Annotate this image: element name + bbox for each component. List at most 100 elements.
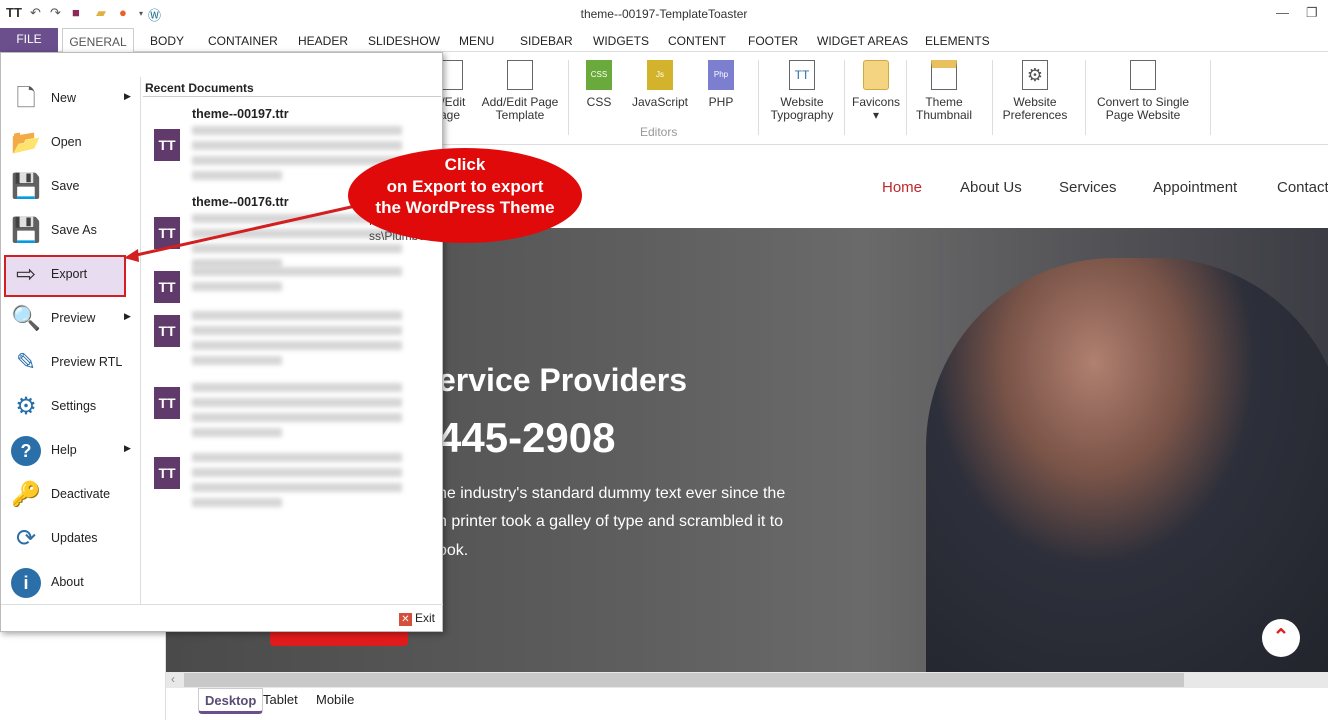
tab-widget-areas[interactable]: WIDGET AREAS bbox=[817, 34, 908, 48]
hero-phone: 445-2908 bbox=[438, 414, 616, 461]
menu-item-label: Save bbox=[51, 179, 80, 193]
button-label: CSS bbox=[586, 95, 612, 109]
recent-document[interactable]: TT bbox=[151, 453, 441, 533]
export-icon: ⇨ bbox=[15, 261, 37, 288]
tab-file[interactable]: FILE bbox=[0, 28, 58, 52]
menu-item-preview-rtl[interactable]: ✎ Preview RTL bbox=[1, 341, 141, 385]
menu-item-settings[interactable]: ⚙ Settings bbox=[1, 385, 141, 429]
menu-item-label: Help bbox=[51, 443, 77, 457]
button-label: Theme Thumbnail bbox=[915, 95, 973, 122]
scroll-to-top-button[interactable]: ⌃ bbox=[1262, 619, 1300, 657]
js-icon: Js bbox=[647, 60, 673, 90]
refresh-icon: ⟳ bbox=[15, 525, 37, 552]
redacted-path bbox=[192, 282, 282, 291]
nav-contact[interactable]: Contact bbox=[1277, 179, 1328, 196]
exit-button[interactable]: ✕ Exit bbox=[398, 611, 435, 626]
scrollbar-thumb[interactable] bbox=[184, 673, 1184, 687]
file-menu-footer: ✕ Exit bbox=[1, 604, 443, 632]
divider bbox=[992, 60, 993, 135]
button-label: PHP bbox=[708, 95, 734, 109]
menu-item-deactivate[interactable]: 🔑 Deactivate bbox=[1, 473, 141, 517]
favicons-button[interactable]: Favicons ▾ bbox=[850, 60, 902, 122]
javascript-button[interactable]: Js JavaScript bbox=[630, 60, 690, 109]
button-label: Convert to Single Page Website bbox=[1096, 95, 1190, 122]
maximize-button[interactable]: ❐ bbox=[1306, 5, 1318, 21]
redacted-path bbox=[192, 453, 402, 462]
menu-item-save-as[interactable]: 💾 Save As bbox=[1, 209, 141, 253]
tab-mobile[interactable]: Mobile bbox=[310, 688, 360, 714]
menu-item-label: Save As bbox=[51, 223, 97, 237]
divider bbox=[758, 60, 759, 135]
menu-item-label: Settings bbox=[51, 399, 97, 413]
menu-item-about[interactable]: i About bbox=[1, 561, 141, 605]
save-as-icon: 💾 bbox=[11, 217, 41, 244]
tab-body[interactable]: BODY bbox=[150, 34, 184, 48]
pen-icon: ✎ bbox=[15, 349, 37, 376]
hero-cta-button[interactable] bbox=[270, 632, 408, 646]
callout-line: on Export to export bbox=[386, 176, 544, 196]
php-button[interactable]: Php PHP bbox=[702, 60, 740, 109]
minimize-button[interactable]: — bbox=[1276, 5, 1289, 20]
tab-widgets[interactable]: WIDGETS bbox=[593, 34, 649, 48]
callout-line: the WordPress Theme bbox=[375, 198, 555, 217]
tab-general[interactable]: GENERAL bbox=[62, 28, 134, 53]
redacted-path bbox=[192, 383, 402, 392]
theme-thumbnail-button[interactable]: Theme Thumbnail bbox=[912, 60, 976, 122]
nav-about-us[interactable]: About Us bbox=[960, 179, 1022, 196]
menu-item-save[interactable]: 💾 Save bbox=[1, 165, 141, 209]
tab-content[interactable]: CONTENT bbox=[668, 34, 726, 48]
scroll-left-icon[interactable]: ‹ bbox=[171, 672, 175, 686]
tab-slideshow[interactable]: SLIDESHOW bbox=[368, 34, 440, 48]
redacted-path bbox=[192, 398, 402, 407]
menu-item-new[interactable]: 🗋 New ▶ bbox=[1, 77, 141, 121]
document-icon: 🗋 bbox=[16, 85, 36, 112]
website-preferences-button[interactable]: ⚙ Website Preferences bbox=[1000, 60, 1070, 122]
single-page-icon bbox=[1130, 60, 1156, 90]
tab-elements[interactable]: ELEMENTS bbox=[925, 34, 990, 48]
gear-icon: ⚙ bbox=[1022, 60, 1048, 90]
tab-desktop[interactable]: Desktop bbox=[198, 688, 264, 714]
divider bbox=[1210, 60, 1211, 135]
info-icon: i bbox=[11, 568, 41, 598]
nav-services[interactable]: Services bbox=[1059, 179, 1117, 196]
divider bbox=[906, 60, 907, 135]
website-typography-button[interactable]: TT Website Typography bbox=[766, 60, 838, 122]
convert-single-page-button[interactable]: Convert to Single Page Website bbox=[1090, 60, 1196, 122]
redacted-path bbox=[192, 244, 402, 253]
menu-item-label: About bbox=[51, 575, 84, 589]
file-menu: 🗋 New ▶ 📂 Open 💾 Save 💾 Save As ⇨ Export 🔍 Preview ▶ ✎… bbox=[0, 52, 443, 632]
callout-bubble: Click on Export to export the WordPress … bbox=[348, 148, 582, 243]
divider bbox=[1085, 60, 1086, 135]
hero-image bbox=[926, 258, 1328, 678]
tab-sidebar[interactable]: SIDEBAR bbox=[520, 34, 573, 48]
button-label: Add/Edit Page Template bbox=[481, 95, 559, 122]
menu-item-updates[interactable]: ⟳ Updates bbox=[1, 517, 141, 561]
button-label: Favicons ▾ bbox=[851, 95, 901, 122]
add-edit-page-template-button[interactable]: Add/Edit Page Template bbox=[480, 60, 560, 122]
menu-item-label: Deactivate bbox=[51, 487, 111, 501]
css-button[interactable]: CSS CSS bbox=[580, 60, 618, 109]
menu-item-preview[interactable]: 🔍 Preview ▶ bbox=[1, 297, 141, 341]
recent-document[interactable]: TT bbox=[151, 311, 441, 391]
redacted-path bbox=[192, 356, 282, 365]
nav-appointment[interactable]: Appointment bbox=[1153, 179, 1237, 196]
tab-footer[interactable]: FOOTER bbox=[748, 34, 798, 48]
tab-tablet[interactable]: Tablet bbox=[257, 688, 304, 714]
menu-item-open[interactable]: 📂 Open bbox=[1, 121, 141, 165]
recent-document[interactable]: TT bbox=[151, 383, 441, 463]
redacted-path bbox=[192, 483, 402, 492]
tab-header[interactable]: HEADER bbox=[298, 34, 348, 48]
menu-item-help[interactable]: ? Help ▶ bbox=[1, 429, 141, 473]
key-icon: 🔑 bbox=[11, 481, 41, 508]
nav-home[interactable]: Home bbox=[882, 179, 922, 196]
php-icon: Php bbox=[708, 60, 734, 90]
tab-container[interactable]: CONTAINER bbox=[208, 34, 278, 48]
menu-item-label: Export bbox=[51, 267, 88, 281]
exit-label: Exit bbox=[414, 611, 435, 625]
menu-item-export[interactable]: ⇨ Export bbox=[1, 253, 141, 297]
button-label: Website Preferences bbox=[1002, 95, 1068, 122]
thumbnail-icon bbox=[931, 60, 957, 90]
tab-menu[interactable]: MENU bbox=[459, 34, 494, 48]
title-bar: TT ↶ ↷ ■ ▰ ● ▾ Ⓦ theme--00197-TemplateTo… bbox=[0, 0, 1328, 28]
redacted-path bbox=[192, 468, 402, 477]
